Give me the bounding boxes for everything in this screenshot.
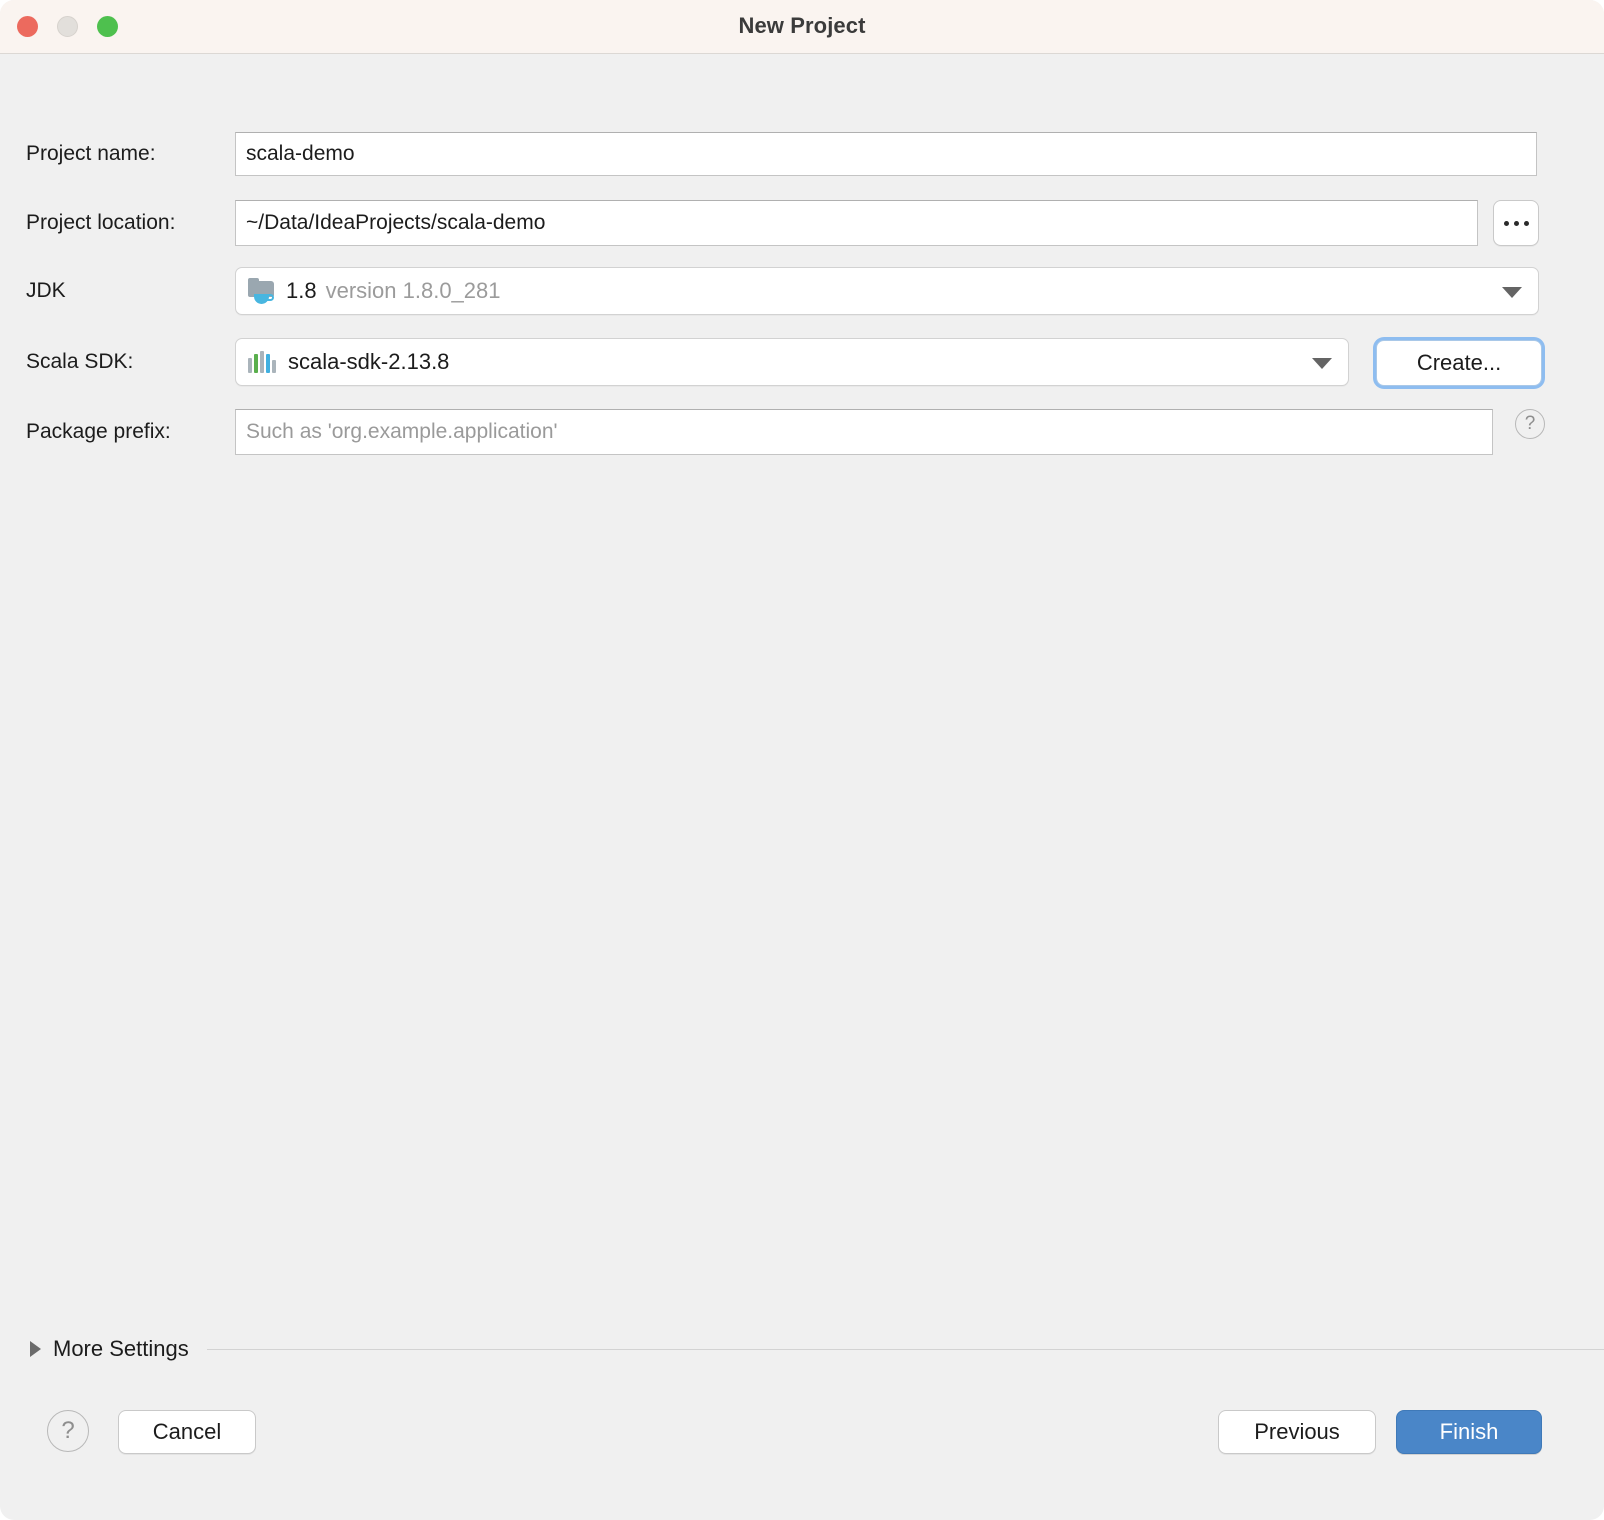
jdk-folder-icon [248, 278, 275, 304]
scala-sdk-value: scala-sdk-2.13.8 [288, 349, 450, 374]
chevron-down-icon [1502, 287, 1522, 298]
create-scala-sdk-button[interactable]: Create... [1376, 340, 1542, 386]
scala-sdk-label: Scala SDK: [26, 350, 134, 373]
finish-button[interactable]: Finish [1396, 1410, 1542, 1454]
help-button[interactable]: ? [47, 1410, 89, 1452]
scala-bars-icon [248, 351, 276, 373]
jdk-combobox[interactable]: 1.8 version 1.8.0_281 [235, 267, 1539, 315]
window-title: New Project [738, 13, 866, 38]
cancel-button[interactable]: Cancel [118, 1410, 256, 1454]
title-bar: New Project [0, 0, 1604, 54]
more-settings-label: More Settings [53, 1336, 189, 1361]
jdk-row: JDK 1.8 version 1.8.0_281 [0, 267, 1604, 315]
jdk-value-wrap: 1.8 version 1.8.0_281 [286, 278, 501, 304]
project-name-input[interactable]: scala-demo [235, 132, 1537, 176]
project-name-value: scala-demo [246, 142, 355, 165]
project-name-label: Project name: [26, 142, 156, 165]
package-prefix-row: Package prefix: Such as 'org.example.app… [0, 409, 1604, 455]
project-location-label: Project location: [26, 211, 176, 234]
package-prefix-label: Package prefix: [26, 420, 171, 443]
scala-sdk-row: Scala SDK: scala-sdk-2.13.8 Create... [0, 338, 1604, 386]
project-location-input[interactable]: ~/Data/IdeaProjects/scala-demo [235, 200, 1478, 246]
jdk-label: JDK [26, 279, 66, 302]
new-project-dialog: New Project Project name: scala-demo Pro… [0, 0, 1604, 1520]
section-divider [206, 1348, 1604, 1350]
package-prefix-placeholder: Such as 'org.example.application' [246, 420, 558, 443]
project-location-value: ~/Data/IdeaProjects/scala-demo [246, 211, 546, 234]
package-prefix-help-icon[interactable]: ? [1515, 409, 1545, 439]
jdk-value: 1.8 [286, 278, 317, 303]
ellipsis-icon [1513, 220, 1519, 226]
ellipsis-icon [1503, 220, 1509, 226]
chevron-down-icon [1312, 358, 1332, 369]
project-name-row: Project name: scala-demo [0, 132, 1604, 176]
previous-button[interactable]: Previous [1218, 1410, 1376, 1454]
browse-location-button[interactable] [1493, 200, 1539, 246]
scala-sdk-combobox[interactable]: scala-sdk-2.13.8 [235, 338, 1349, 386]
more-settings-section[interactable]: More Settings [30, 1336, 1604, 1362]
jdk-version-detail: version 1.8.0_281 [325, 278, 501, 303]
chevron-right-icon [30, 1341, 41, 1357]
ellipsis-icon [1523, 220, 1529, 226]
package-prefix-input[interactable]: Such as 'org.example.application' [235, 409, 1493, 455]
project-location-row: Project location: ~/Data/IdeaProjects/sc… [0, 200, 1604, 246]
